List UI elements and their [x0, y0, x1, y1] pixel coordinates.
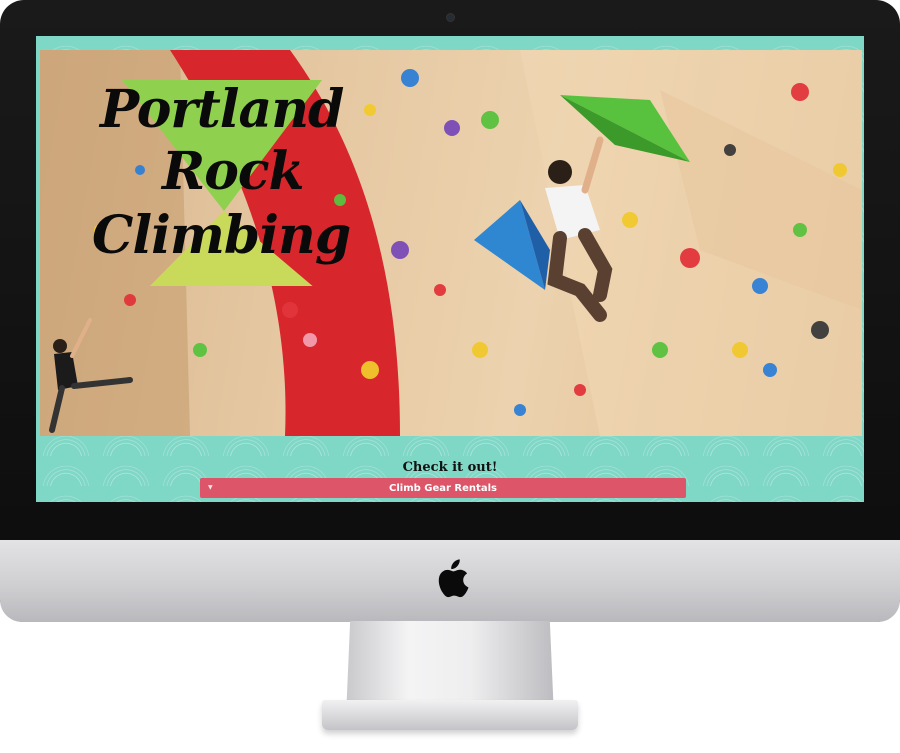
monitor-stand-base	[322, 700, 578, 730]
hero-image: Portland Rock Climbing	[40, 50, 862, 436]
camera-icon	[446, 13, 455, 22]
apple-logo-icon	[438, 559, 469, 598]
website-screen: Portland Rock Climbing Check it out! ▼ C…	[36, 36, 864, 502]
logo-line-portland: Portland	[100, 79, 344, 140]
logo-line-rock: Rock	[162, 141, 305, 202]
chevron-down-icon[interactable]: ▼	[208, 484, 213, 491]
cta-heading: Check it out!	[402, 460, 498, 475]
select-value: Climb Gear Rentals	[389, 482, 497, 494]
logo-line-climbing: Climbing	[92, 205, 351, 266]
site-logo[interactable]: Portland Rock Climbing	[92, 76, 382, 286]
imac-monitor: Portland Rock Climbing Check it out! ▼ C…	[0, 0, 900, 622]
monitor-chin	[0, 540, 900, 622]
gear-rental-select[interactable]: ▼ Climb Gear Rentals	[200, 478, 686, 498]
